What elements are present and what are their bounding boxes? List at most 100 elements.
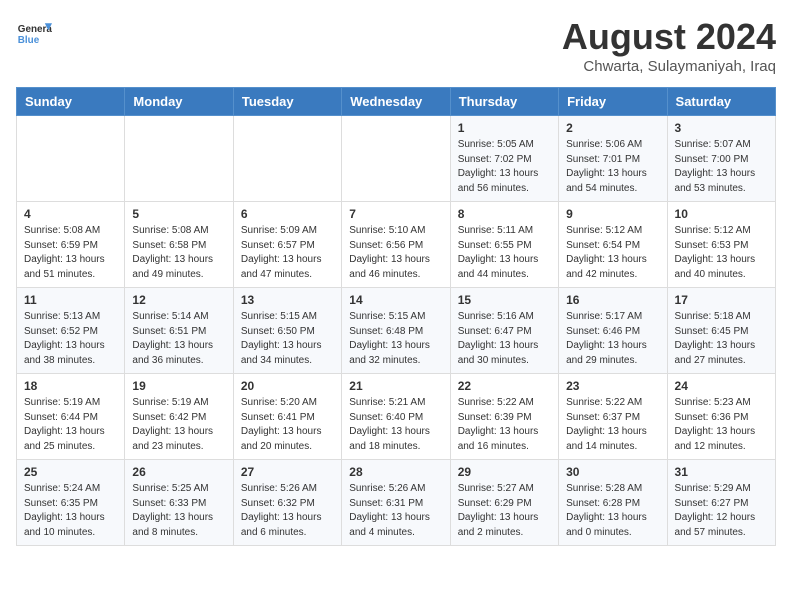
calendar-cell: 12 Sunrise: 5:14 AMSunset: 6:51 PMDayligh… [125,288,233,374]
day-info: Sunrise: 5:20 AMSunset: 6:41 PMDaylight:… [241,396,334,454]
month-year: August 2024 [562,16,776,58]
calendar-cell: 28 Sunrise: 5:26 AMSunset: 6:31 PMDayligh… [342,460,450,546]
day-info: Sunrise: 5:24 AMSunset: 6:35 PMDaylight:… [24,482,117,540]
day-info: Sunrise: 5:15 AMSunset: 6:50 PMDaylight:… [241,310,334,368]
day-info: Sunrise: 5:07 AMSunset: 7:00 PMDaylight:… [675,138,768,196]
day-info: Sunrise: 5:19 AMSunset: 6:44 PMDaylight:… [24,396,117,454]
calendar-cell: 27 Sunrise: 5:26 AMSunset: 6:32 PMDayligh… [233,460,341,546]
day-info: Sunrise: 5:13 AMSunset: 6:52 PMDaylight:… [24,310,117,368]
day-number: 18 [24,379,117,393]
day-number: 26 [132,465,225,479]
calendar-cell: 1Sunrise: 5:05 AMSunset: 7:02 PMDaylight… [450,116,558,202]
day-number: 27 [241,465,334,479]
day-number: 28 [349,465,442,479]
day-number: 4 [24,207,117,221]
day-info: Sunrise: 5:17 AMSunset: 6:46 PMDaylight:… [566,310,659,368]
day-number: 10 [675,207,768,221]
day-info: Sunrise: 5:12 AMSunset: 6:54 PMDaylight:… [566,224,659,282]
calendar-cell: 2Sunrise: 5:06 AMSunset: 7:01 PMDaylight… [559,116,667,202]
calendar-cell: 6 Sunrise: 5:09 AMSunset: 6:57 PMDaylight… [233,202,341,288]
calendar-cell: 5Sunrise: 5:08 AMSunset: 6:58 PMDaylight… [125,202,233,288]
day-info: Sunrise: 5:19 AMSunset: 6:42 PMDaylight:… [132,396,225,454]
day-number: 16 [566,293,659,307]
calendar-cell: 9 Sunrise: 5:12 AMSunset: 6:54 PMDaylight… [559,202,667,288]
calendar-cell: 23 Sunrise: 5:22 AMSunset: 6:37 PMDayligh… [559,374,667,460]
day-number: 15 [458,293,551,307]
column-header-tuesday: Tuesday [233,88,341,116]
day-info: Sunrise: 5:23 AMSunset: 6:36 PMDaylight:… [675,396,768,454]
calendar-cell: 10 Sunrise: 5:12 AMSunset: 6:53 PMDayligh… [667,202,775,288]
calendar-header-row: SundayMondayTuesdayWednesdayThursdayFrid… [17,88,776,116]
calendar-week-1: 1Sunrise: 5:05 AMSunset: 7:02 PMDaylight… [17,116,776,202]
day-number: 22 [458,379,551,393]
calendar-cell: 13 Sunrise: 5:15 AMSunset: 6:50 PMDayligh… [233,288,341,374]
calendar-cell: 24 Sunrise: 5:23 AMSunset: 6:36 PMDayligh… [667,374,775,460]
column-header-thursday: Thursday [450,88,558,116]
day-number: 13 [241,293,334,307]
calendar-cell: 30 Sunrise: 5:28 AMSunset: 6:28 PMDayligh… [559,460,667,546]
day-number: 24 [675,379,768,393]
page-header: General Blue August 2024 Chwarta, Sulaym… [16,16,776,75]
day-info: Sunrise: 5:14 AMSunset: 6:51 PMDaylight:… [132,310,225,368]
day-number: 8 [458,207,551,221]
calendar-week-5: 25Sunrise: 5:24 AMSunset: 6:35 PMDayligh… [17,460,776,546]
calendar-cell [17,116,125,202]
column-header-saturday: Saturday [667,88,775,116]
day-number: 2 [566,121,659,135]
day-number: 29 [458,465,551,479]
day-number: 23 [566,379,659,393]
day-number: 9 [566,207,659,221]
day-info: Sunrise: 5:08 AMSunset: 6:59 PMDaylight:… [24,224,117,282]
column-header-friday: Friday [559,88,667,116]
day-number: 5 [132,207,225,221]
day-info: Sunrise: 5:26 AMSunset: 6:31 PMDaylight:… [349,482,442,540]
calendar-cell: 11 Sunrise: 5:13 AMSunset: 6:52 PMDayligh… [17,288,125,374]
calendar-cell: 20Sunrise: 5:20 AMSunset: 6:41 PMDayligh… [233,374,341,460]
day-info: Sunrise: 5:28 AMSunset: 6:28 PMDaylight:… [566,482,659,540]
logo-icon: General Blue [16,16,52,52]
calendar-cell: 16 Sunrise: 5:17 AMSunset: 6:46 PMDayligh… [559,288,667,374]
day-number: 21 [349,379,442,393]
calendar-cell: 17 Sunrise: 5:18 AMSunset: 6:45 PMDayligh… [667,288,775,374]
day-number: 12 [132,293,225,307]
day-info: Sunrise: 5:09 AMSunset: 6:57 PMDaylight:… [241,224,334,282]
calendar-cell: 19Sunrise: 5:19 AMSunset: 6:42 PMDayligh… [125,374,233,460]
day-number: 7 [349,207,442,221]
day-info: Sunrise: 5:12 AMSunset: 6:53 PMDaylight:… [675,224,768,282]
day-info: Sunrise: 5:27 AMSunset: 6:29 PMDaylight:… [458,482,551,540]
calendar-cell: 22 Sunrise: 5:22 AMSunset: 6:39 PMDayligh… [450,374,558,460]
day-info: Sunrise: 5:16 AMSunset: 6:47 PMDaylight:… [458,310,551,368]
day-number: 6 [241,207,334,221]
calendar-cell: 18 Sunrise: 5:19 AMSunset: 6:44 PMDayligh… [17,374,125,460]
calendar-cell [342,116,450,202]
calendar-cell: 4 Sunrise: 5:08 AMSunset: 6:59 PMDaylight… [17,202,125,288]
calendar-cell [233,116,341,202]
column-header-wednesday: Wednesday [342,88,450,116]
calendar-week-4: 18 Sunrise: 5:19 AMSunset: 6:44 PMDayligh… [17,374,776,460]
calendar-cell: 29 Sunrise: 5:27 AMSunset: 6:29 PMDayligh… [450,460,558,546]
calendar-cell: 31Sunrise: 5:29 AMSunset: 6:27 PMDayligh… [667,460,775,546]
title-block: August 2024 Chwarta, Sulaymaniyah, Iraq [562,16,776,75]
day-number: 17 [675,293,768,307]
calendar-cell: 26 Sunrise: 5:25 AMSunset: 6:33 PMDayligh… [125,460,233,546]
day-info: Sunrise: 5:25 AMSunset: 6:33 PMDaylight:… [132,482,225,540]
day-info: Sunrise: 5:10 AMSunset: 6:56 PMDaylight:… [349,224,442,282]
calendar-week-2: 4 Sunrise: 5:08 AMSunset: 6:59 PMDaylight… [17,202,776,288]
day-info: Sunrise: 5:22 AMSunset: 6:37 PMDaylight:… [566,396,659,454]
calendar-cell: 3Sunrise: 5:07 AMSunset: 7:00 PMDaylight… [667,116,775,202]
column-header-monday: Monday [125,88,233,116]
day-info: Sunrise: 5:22 AMSunset: 6:39 PMDaylight:… [458,396,551,454]
logo: General Blue [16,16,52,52]
calendar-cell [125,116,233,202]
column-header-sunday: Sunday [17,88,125,116]
day-info: Sunrise: 5:18 AMSunset: 6:45 PMDaylight:… [675,310,768,368]
day-number: 30 [566,465,659,479]
svg-text:Blue: Blue [18,35,40,46]
calendar-cell: 15 Sunrise: 5:16 AMSunset: 6:47 PMDayligh… [450,288,558,374]
day-info: Sunrise: 5:21 AMSunset: 6:40 PMDaylight:… [349,396,442,454]
calendar-week-3: 11 Sunrise: 5:13 AMSunset: 6:52 PMDayligh… [17,288,776,374]
calendar-cell: 7 Sunrise: 5:10 AMSunset: 6:56 PMDaylight… [342,202,450,288]
day-info: Sunrise: 5:26 AMSunset: 6:32 PMDaylight:… [241,482,334,540]
day-number: 11 [24,293,117,307]
day-info: Sunrise: 5:11 AMSunset: 6:55 PMDaylight:… [458,224,551,282]
